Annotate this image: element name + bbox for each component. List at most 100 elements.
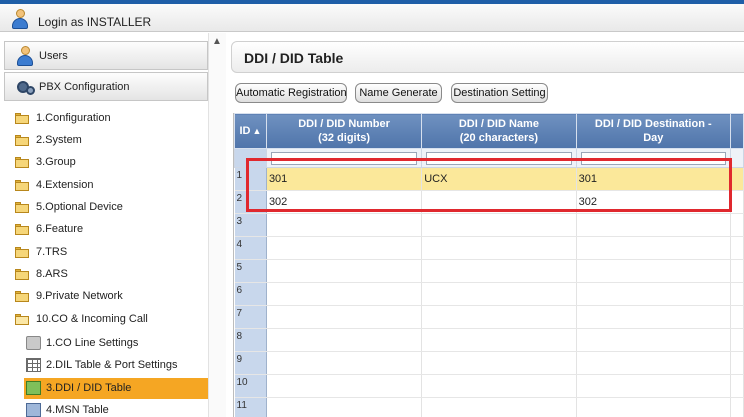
folder-icon — [15, 202, 29, 213]
cell-number[interactable] — [266, 259, 423, 283]
tree-item-co-incoming-call[interactable]: 10.CO & Incoming Call — [14, 310, 208, 330]
tree-item-label: 1.Configuration — [36, 112, 111, 124]
folder-icon — [15, 269, 29, 280]
cell-destination[interactable] — [576, 351, 731, 375]
filter-input-name[interactable] — [426, 151, 572, 165]
sub-item-co-line-settings[interactable]: 1.CO Line Settings — [24, 333, 208, 354]
cell-number[interactable] — [266, 236, 423, 260]
table-row[interactable]: 6 — [234, 282, 744, 306]
cell-number[interactable] — [266, 213, 423, 237]
cell-name[interactable] — [421, 236, 577, 260]
main-panel: DDI / DID Table Automatic Registration N… — [227, 33, 744, 417]
cell-name[interactable] — [421, 328, 577, 352]
folder-icon — [15, 224, 29, 235]
column-header-number[interactable]: DDI / DID Number (32 digits) — [265, 113, 423, 149]
column-header-next[interactable] — [729, 113, 744, 149]
table-row[interactable]: 9 — [234, 351, 744, 375]
cell-destination[interactable] — [576, 236, 731, 260]
cell-destination[interactable] — [576, 259, 731, 283]
cell-name[interactable] — [421, 282, 577, 306]
table-row[interactable]: 11 — [234, 397, 744, 417]
user-icon — [11, 9, 29, 29]
automatic-registration-button[interactable]: Automatic Registration — [235, 83, 347, 103]
cell-name[interactable] — [421, 259, 577, 283]
cell-name[interactable] — [421, 374, 577, 398]
cell-name[interactable] — [421, 397, 577, 417]
table-row[interactable]: 4 — [234, 236, 744, 260]
cell-name[interactable] — [421, 190, 577, 214]
folder-icon — [15, 247, 29, 258]
tree-item-label: 10.CO & Incoming Call — [36, 313, 148, 325]
cell-name[interactable] — [421, 305, 577, 329]
cell-number[interactable]: 302 — [266, 190, 423, 214]
sub-item-label: 4.MSN Table — [46, 404, 109, 416]
tree-item-label: 4.Extension — [36, 179, 94, 191]
sub-item-msn-table[interactable]: 4.MSN Table — [24, 400, 208, 417]
tree-item-system[interactable]: 2.System — [14, 131, 208, 151]
ddi-did-grid: ID ▲ DDI / DID Number (32 digits) DDI / DI… — [233, 113, 744, 417]
tree-item-configuration[interactable]: 1.Configuration — [14, 109, 208, 129]
row-id: 10 — [234, 374, 267, 398]
sidebar-section-pbx-configuration[interactable]: PBX Configuration — [4, 72, 208, 101]
sub-item-label: 2.DIL Table & Port Settings — [46, 359, 178, 371]
cell-destination[interactable]: 302 — [576, 190, 731, 214]
row-id: 7 — [234, 305, 267, 329]
cell-destination[interactable] — [576, 213, 731, 237]
row-id: 8 — [234, 328, 267, 352]
cell-number[interactable] — [266, 374, 423, 398]
tree-item-label: 9.Private Network — [36, 290, 123, 302]
cell-destination[interactable] — [576, 305, 731, 329]
row-id: 1 — [234, 167, 267, 191]
top-bar: Login as INSTALLER — [0, 4, 744, 32]
cell-name[interactable]: UCX — [421, 167, 577, 191]
column-header-id[interactable]: ID ▲ — [234, 113, 267, 149]
tree-item-extension[interactable]: 4.Extension — [14, 176, 208, 196]
tree-item-feature[interactable]: 6.Feature — [14, 220, 208, 240]
cell-destination[interactable]: 301 — [576, 167, 731, 191]
cell-destination[interactable] — [576, 282, 731, 306]
filter-input-destination[interactable] — [580, 151, 726, 165]
tree-item-optional-device[interactable]: 5.Optional Device — [14, 198, 208, 218]
table-row[interactable]: 1 301 UCX 301 — [234, 167, 744, 191]
cell-destination[interactable] — [576, 397, 731, 417]
column-header-destination-day[interactable]: DDI / DID Destination - Day — [575, 113, 731, 149]
scroll-up-icon[interactable]: ▲ — [212, 36, 222, 47]
cell-number[interactable]: 301 — [266, 167, 423, 191]
sidebar-scrollbar[interactable]: ▲ — [208, 33, 226, 417]
column-header-name[interactable]: DDI / DID Name (20 characters) — [421, 113, 577, 149]
row-id: 4 — [234, 236, 267, 260]
sub-item-dil-table[interactable]: 2.DIL Table & Port Settings — [24, 355, 208, 376]
cell-destination[interactable] — [576, 374, 731, 398]
cell-name[interactable] — [421, 213, 577, 237]
sidebar-section-users[interactable]: Users — [4, 41, 208, 70]
folder-icon — [15, 135, 29, 146]
cell-name[interactable] — [421, 351, 577, 375]
cell-number[interactable] — [266, 397, 423, 417]
cell-destination[interactable] — [576, 328, 731, 352]
tree-item-private-network[interactable]: 9.Private Network — [14, 287, 208, 307]
tree-item-ars[interactable]: 8.ARS — [14, 265, 208, 285]
tree-item-trs[interactable]: 7.TRS — [14, 243, 208, 263]
name-generate-button[interactable]: Name Generate — [355, 83, 442, 103]
table-row[interactable]: 3 — [234, 213, 744, 237]
cell-number[interactable] — [266, 351, 423, 375]
cell-number[interactable] — [266, 328, 423, 352]
row-id: 5 — [234, 259, 267, 283]
table-row[interactable]: 8 — [234, 328, 744, 352]
sub-item-label: 3.DDI / DID Table — [46, 382, 132, 394]
filter-row — [234, 148, 744, 168]
ddi-did-table: ID ▲ DDI / DID Number (32 digits) DDI / DI… — [234, 113, 744, 417]
cell-number[interactable] — [266, 305, 423, 329]
table-row[interactable]: 5 — [234, 259, 744, 283]
cell-number[interactable] — [266, 282, 423, 306]
row-id: 9 — [234, 351, 267, 375]
sub-item-ddi-did-table[interactable]: 3.DDI / DID Table — [24, 378, 208, 399]
table-row[interactable]: 10 — [234, 374, 744, 398]
filter-input-number[interactable] — [270, 151, 418, 165]
destination-setting-button[interactable]: Destination Setting — [451, 83, 548, 103]
table-row[interactable]: 2 302 302 — [234, 190, 744, 214]
folder-icon — [15, 180, 29, 191]
tree-item-group[interactable]: 3.Group — [14, 153, 208, 173]
folder-icon — [15, 291, 29, 302]
table-row[interactable]: 7 — [234, 305, 744, 329]
